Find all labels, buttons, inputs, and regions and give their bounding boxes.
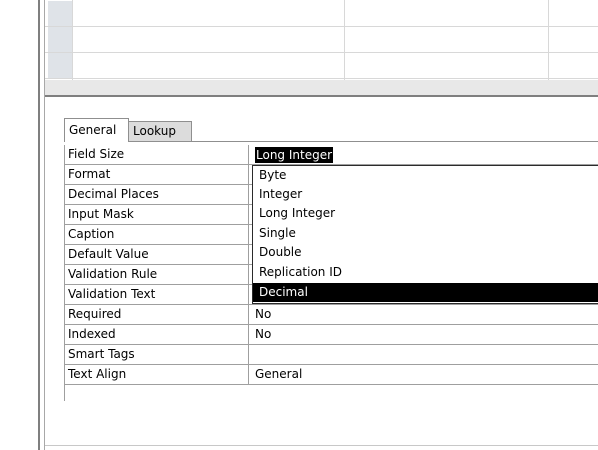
dropdown-option-single[interactable]: Single [253, 224, 598, 243]
property-row-text-align[interactable]: Text Align General [64, 365, 598, 385]
row-selector[interactable] [48, 1, 72, 26]
dropdown-option-replication-id[interactable]: Replication ID [253, 263, 598, 282]
property-name: Text Align [64, 365, 249, 385]
property-row-smart-tags[interactable]: Smart Tags [64, 345, 598, 365]
property-row-indexed[interactable]: Indexed No [64, 325, 598, 345]
row-selector[interactable] [48, 53, 72, 78]
property-name: Input Mask [64, 205, 249, 225]
property-name: Required [64, 305, 249, 325]
dropdown-option-double[interactable]: Double [253, 243, 598, 262]
pane-separator [45, 80, 598, 95]
dropdown-option-integer[interactable]: Integer [253, 185, 598, 204]
grid-column-line [548, 0, 549, 80]
dropdown-option-decimal[interactable]: Decimal [253, 283, 598, 302]
grid-row-line [45, 52, 598, 53]
property-name: Field Size [64, 145, 249, 165]
property-value[interactable]: No [252, 325, 598, 345]
left-gutter [0, 0, 38, 450]
field-size-selected-value[interactable]: Long Integer [255, 147, 334, 163]
property-name: Default Value [64, 245, 249, 265]
row-selector[interactable] [48, 27, 72, 52]
property-row-required[interactable]: Required No [64, 305, 598, 325]
property-name: Validation Rule [64, 265, 249, 285]
property-value[interactable] [252, 345, 598, 365]
grid-row-line [45, 78, 598, 79]
grid-column-line [72, 0, 73, 80]
property-name: Indexed [64, 325, 249, 345]
dropdown-option-byte[interactable]: Byte [253, 166, 598, 185]
property-name: Format [64, 165, 249, 185]
property-name: Smart Tags [64, 345, 249, 365]
property-value[interactable]: No [252, 305, 598, 325]
pane-bottom-border [45, 445, 598, 446]
tab-general[interactable]: General [64, 118, 129, 142]
dropdown-option-long-integer[interactable]: Long Integer [253, 204, 598, 223]
pane-divider[interactable] [45, 95, 598, 97]
property-value[interactable]: General [252, 365, 598, 385]
property-name: Validation Text [64, 285, 249, 305]
grid-row-line [45, 26, 598, 27]
navigation-pane-border [38, 0, 40, 450]
tab-lookup[interactable]: Lookup [128, 121, 192, 141]
grid-column-line [344, 0, 345, 80]
property-name: Caption [64, 225, 249, 245]
property-name: Decimal Places [64, 185, 249, 205]
field-grid[interactable] [45, 0, 598, 80]
tab-baseline [64, 141, 598, 142]
field-size-dropdown-list[interactable]: Byte Integer Long Integer Single Double … [252, 165, 598, 304]
